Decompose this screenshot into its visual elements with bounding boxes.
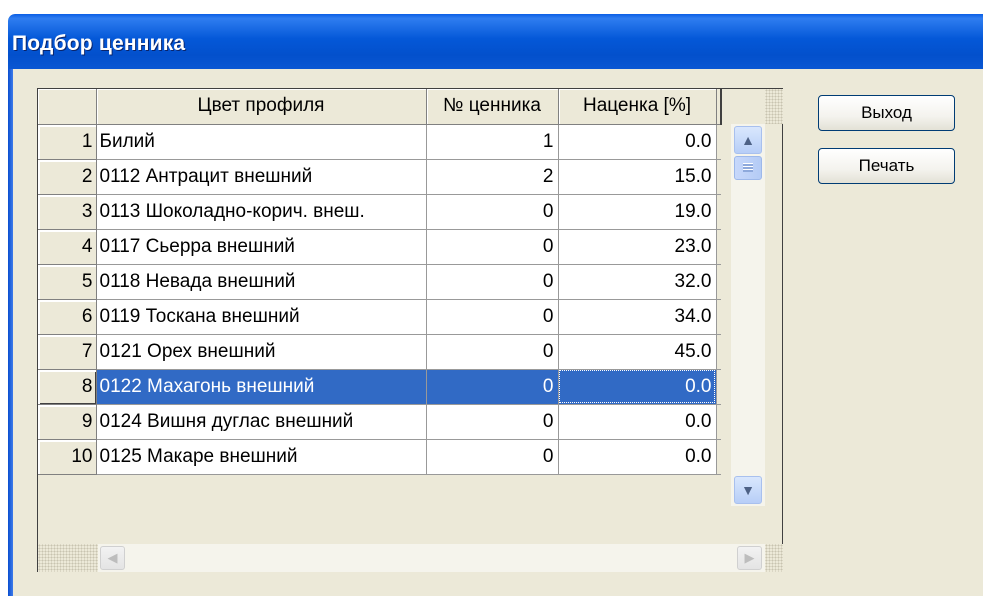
- cell-profile-color[interactable]: 0119 Тоскана внешний: [96, 299, 427, 335]
- row-number: 2: [38, 159, 97, 195]
- cell-markup[interactable]: 19.0: [558, 194, 717, 230]
- cell-profile-color[interactable]: 0117 Сьерра внешний: [96, 229, 427, 265]
- cell-extra: [716, 439, 721, 475]
- scroll-up-button[interactable]: ▲: [734, 126, 762, 154]
- cell-profile-color[interactable]: 0124 Вишня дуглас внешний: [96, 404, 427, 440]
- chevron-left-icon: ◀: [107, 550, 118, 565]
- row-number: 3: [38, 194, 97, 230]
- window-frame-left: [8, 69, 13, 596]
- header-row-number: [38, 89, 97, 125]
- cell-extra: [716, 229, 721, 265]
- print-button[interactable]: Печать: [818, 148, 955, 184]
- chevron-right-icon: ▶: [744, 550, 755, 565]
- cell-tag-number[interactable]: 2: [426, 159, 559, 195]
- table-row[interactable]: 1 Билий 1 0.0: [38, 124, 721, 160]
- cell-tag-number[interactable]: 0: [426, 194, 559, 230]
- vertical-scrollbar[interactable]: ▲ ▼: [731, 124, 765, 506]
- cell-profile-color[interactable]: 0121 Орех внешний: [96, 334, 427, 370]
- cell-profile-color[interactable]: 0113 Шоколадно-корич. внеш.: [96, 194, 427, 230]
- cell-extra: [716, 124, 721, 160]
- cell-extra: [716, 264, 721, 300]
- table-row[interactable]: 5 0118 Невада внешний 0 32.0: [38, 264, 721, 300]
- cell-tag-number[interactable]: 0: [426, 369, 559, 405]
- cell-profile-color[interactable]: 0122 Махагонь внешний: [96, 369, 427, 405]
- cell-markup[interactable]: 0.0: [558, 369, 717, 405]
- cell-tag-number[interactable]: 0: [426, 439, 559, 475]
- scroll-right-button[interactable]: ▶: [737, 546, 762, 570]
- grid-header-row: Цвет профиля № ценника Наценка [%]: [38, 89, 722, 125]
- cell-markup[interactable]: 32.0: [558, 264, 717, 300]
- row-number: 6: [38, 299, 97, 335]
- cell-extra: [716, 159, 721, 195]
- cell-markup[interactable]: 45.0: [558, 334, 717, 370]
- exit-button[interactable]: Выход: [818, 95, 955, 131]
- vertical-scroll-thumb[interactable]: [734, 156, 762, 180]
- grid-corner-right: [765, 544, 783, 572]
- cell-extra: [716, 369, 721, 405]
- horizontal-scrollbar[interactable]: ◀ ▶: [98, 544, 765, 572]
- cell-extra: [716, 404, 721, 440]
- cell-tag-number[interactable]: 1: [426, 124, 559, 160]
- cell-extra: [716, 334, 721, 370]
- cell-profile-color[interactable]: 0125 Макаре внешний: [96, 439, 427, 475]
- cell-extra: [716, 194, 721, 230]
- grid-corner-left: [38, 544, 98, 572]
- cell-markup[interactable]: 0.0: [558, 124, 717, 160]
- chevron-down-icon: ▼: [741, 482, 755, 498]
- cell-markup[interactable]: 0.0: [558, 404, 717, 440]
- row-number: 1: [38, 124, 97, 160]
- table-row[interactable]: 7 0121 Орех внешний 0 45.0: [38, 334, 721, 370]
- window-title: Подбор ценника: [12, 32, 186, 55]
- table-row[interactable]: 4 0117 Сьерра внешний 0 23.0: [38, 229, 721, 265]
- cell-markup[interactable]: 23.0: [558, 229, 717, 265]
- cell-markup[interactable]: 15.0: [558, 159, 717, 195]
- table-row[interactable]: 6 0119 Тоскана внешний 0 34.0: [38, 299, 721, 335]
- chevron-up-icon: ▲: [741, 132, 755, 148]
- header-markup[interactable]: Наценка [%]: [558, 89, 717, 125]
- cell-tag-number[interactable]: 0: [426, 299, 559, 335]
- row-number: 10: [38, 439, 97, 475]
- cell-tag-number[interactable]: 0: [426, 229, 559, 265]
- table-row[interactable]: 2 0112 Антрацит внешний 2 15.0: [38, 159, 721, 195]
- cell-markup[interactable]: 0.0: [558, 439, 717, 475]
- cell-profile-color[interactable]: 0112 Антрацит внешний: [96, 159, 427, 195]
- cell-profile-color[interactable]: 0118 Невада внешний: [96, 264, 427, 300]
- title-bar[interactable]: Подбор ценника: [8, 14, 983, 69]
- row-number: 8: [38, 369, 97, 405]
- header-tag-number[interactable]: № ценника: [426, 89, 559, 125]
- table-row[interactable]: 9 0124 Вишня дуглас внешний 0 0.0: [38, 404, 721, 440]
- cell-tag-number[interactable]: 0: [426, 264, 559, 300]
- scroll-left-button[interactable]: ◀: [100, 546, 125, 570]
- row-number: 4: [38, 229, 97, 265]
- cell-markup[interactable]: 34.0: [558, 299, 717, 335]
- row-number: 5: [38, 264, 97, 300]
- header-profile-color[interactable]: Цвет профиля: [96, 89, 427, 125]
- price-tag-grid[interactable]: Цвет профиля № ценника Наценка [%] 1 Били…: [37, 88, 783, 572]
- cell-extra: [716, 299, 721, 335]
- header-extra: [716, 89, 722, 125]
- table-row[interactable]: 8 0122 Махагонь внешний 0 0.0: [38, 369, 721, 405]
- row-number: 9: [38, 404, 97, 440]
- dialog-window: Подбор ценника Цвет профиля № ценника На…: [8, 14, 983, 596]
- cell-tag-number[interactable]: 0: [426, 334, 559, 370]
- row-number: 7: [38, 334, 97, 370]
- table-row[interactable]: 10 0125 Макаре внешний 0 0.0: [38, 439, 721, 475]
- table-row[interactable]: 3 0113 Шоколадно-корич. внеш. 0 19.0: [38, 194, 721, 230]
- grid-table: Цвет профиля № ценника Наценка [%] 1 Били…: [38, 89, 722, 475]
- grid-header-filler: [765, 89, 783, 124]
- cell-tag-number[interactable]: 0: [426, 404, 559, 440]
- scroll-down-button[interactable]: ▼: [734, 476, 762, 504]
- cell-profile-color[interactable]: Билий: [96, 124, 427, 160]
